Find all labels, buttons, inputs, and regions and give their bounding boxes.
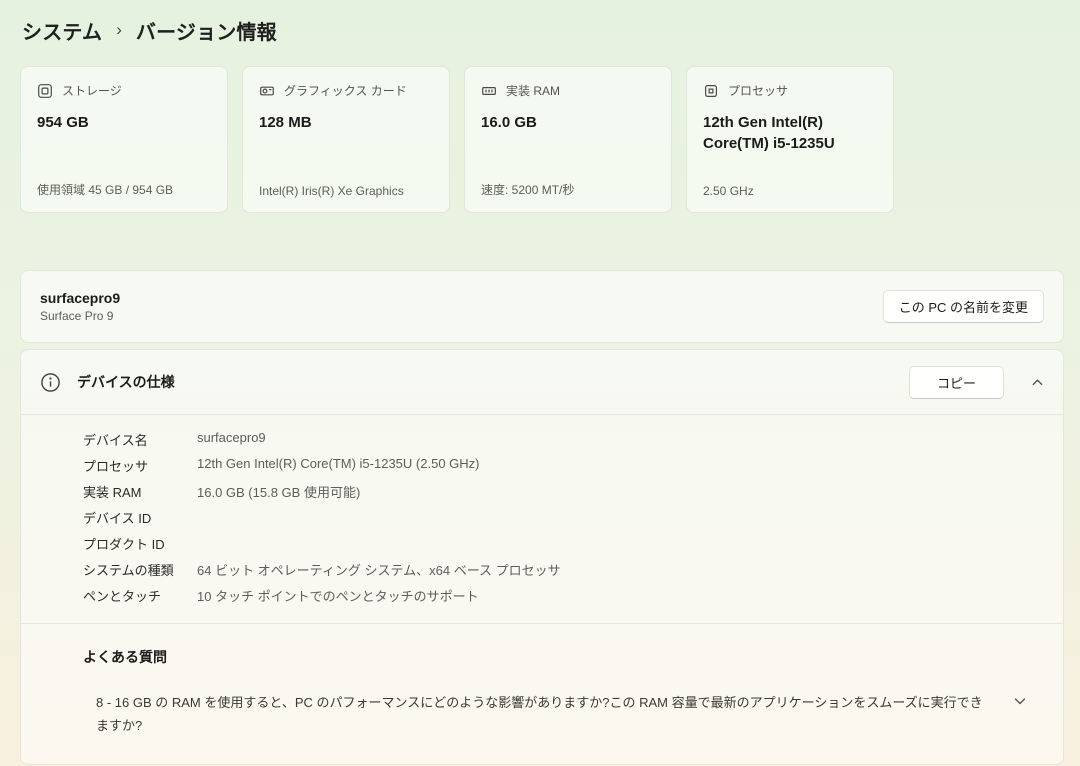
graphics-card-detail: Intel(R) Iris(R) Xe Graphics [259,184,404,198]
settings-about-page: システム › バージョン情報 ストレージ 954 GB 使用領域 45 GB /… [0,0,1080,766]
cpu-icon [703,83,719,99]
graphics-card-header: グラフィックス カード [259,82,433,99]
processor-card-value: 12th Gen Intel(R) Core(TM) i5-1235U [703,112,877,154]
faq-question-row[interactable]: 8 - 16 GB の RAM を使用すると、PC のパフォーマンスにどのような… [83,691,1063,737]
faq-title: よくある質問 [83,647,1063,667]
chevron-up-icon[interactable] [1031,376,1044,389]
spec-label: デバイス ID [83,508,197,527]
spec-label: プロセッサ [83,456,197,475]
device-specs-header[interactable]: デバイスの仕様 コピー [21,350,1063,414]
spec-value: 64 ビット オペレーティング システム、x64 ベース プロセッサ [197,560,561,579]
copy-button[interactable]: コピー [909,366,1004,399]
processor-card-header: プロセッサ [703,82,877,99]
summary-cards: ストレージ 954 GB 使用領域 45 GB / 954 GB グラフィックス… [20,66,1064,213]
storage-icon [37,83,53,99]
spec-value: 10 タッチ ポイントでのペンとタッチのサポート [197,586,479,605]
spec-row-device-name: デバイス名 surfacepro9 [83,430,1063,456]
info-icon [40,372,61,393]
ram-card-header: 実装 RAM [481,82,655,99]
device-name-block: surfacepro9 Surface Pro 9 [40,290,120,323]
ram-card-label: 実装 RAM [506,82,560,99]
device-name: surfacepro9 [40,290,120,306]
ram-card-detail: 速度: 5200 MT/秒 [481,181,574,198]
spec-label: ペンとタッチ [83,586,197,605]
breadcrumb-system[interactable]: システム [22,16,102,45]
spec-row-system-type: システムの種類 64 ビット オペレーティング システム、x64 ベース プロセ… [83,560,1063,586]
chevron-down-icon[interactable] [1013,694,1027,737]
spec-row-device-id: デバイス ID [83,508,1063,534]
storage-card: ストレージ 954 GB 使用領域 45 GB / 954 GB [20,66,228,213]
ram-card: 実装 RAM 16.0 GB 速度: 5200 MT/秒 [464,66,672,213]
storage-card-detail: 使用領域 45 GB / 954 GB [37,181,173,198]
processor-card-detail: 2.50 GHz [703,184,754,198]
specs-rows: デバイス名 surfacepro9 プロセッサ 12th Gen Intel(R… [21,415,1063,623]
spec-label: プロダクト ID [83,534,197,553]
processor-card-label: プロセッサ [728,82,788,99]
device-specs-title: デバイスの仕様 [77,372,175,392]
faq-section: よくある質問 8 - 16 GB の RAM を使用すると、PC のパフォーマン… [21,624,1063,764]
ram-icon [481,83,497,99]
graphics-card-label: グラフィックス カード [284,82,407,99]
device-name-card: surfacepro9 Surface Pro 9 この PC の名前を変更 [20,270,1064,343]
storage-card-value: 954 GB [37,112,211,133]
spec-value: 16.0 GB (15.8 GB 使用可能) [197,482,360,501]
breadcrumb: システム › バージョン情報 [20,12,1064,45]
storage-card-header: ストレージ [37,82,211,99]
device-specs-card: デバイスの仕様 コピー デバイス名 surfacepro9 プロセッサ 12th… [20,349,1064,765]
spec-value: 12th Gen Intel(R) Core(TM) i5-1235U (2.5… [197,456,479,471]
graphics-card: グラフィックス カード 128 MB Intel(R) Iris(R) Xe G… [242,66,450,213]
faq-question: 8 - 16 GB の RAM を使用すると、PC のパフォーマンスにどのような… [96,691,993,737]
spec-row-ram: 実装 RAM 16.0 GB (15.8 GB 使用可能) [83,482,1063,508]
spec-label: システムの種類 [83,560,197,579]
spec-label: 実装 RAM [83,482,197,501]
breadcrumb-separator-icon: › [116,20,122,40]
spec-label: デバイス名 [83,430,197,449]
rename-pc-button[interactable]: この PC の名前を変更 [883,290,1044,323]
spec-row-pen-touch: ペンとタッチ 10 タッチ ポイントでのペンとタッチのサポート [83,586,1063,612]
gpu-icon [259,83,275,99]
ram-card-value: 16.0 GB [481,112,655,133]
processor-card: プロセッサ 12th Gen Intel(R) Core(TM) i5-1235… [686,66,894,213]
graphics-card-value: 128 MB [259,112,433,133]
spec-row-product-id: プロダクト ID [83,534,1063,560]
page-title: バージョン情報 [136,16,277,45]
spec-row-processor: プロセッサ 12th Gen Intel(R) Core(TM) i5-1235… [83,456,1063,482]
device-model: Surface Pro 9 [40,309,120,323]
storage-card-label: ストレージ [62,82,122,99]
spec-value: surfacepro9 [197,430,266,445]
